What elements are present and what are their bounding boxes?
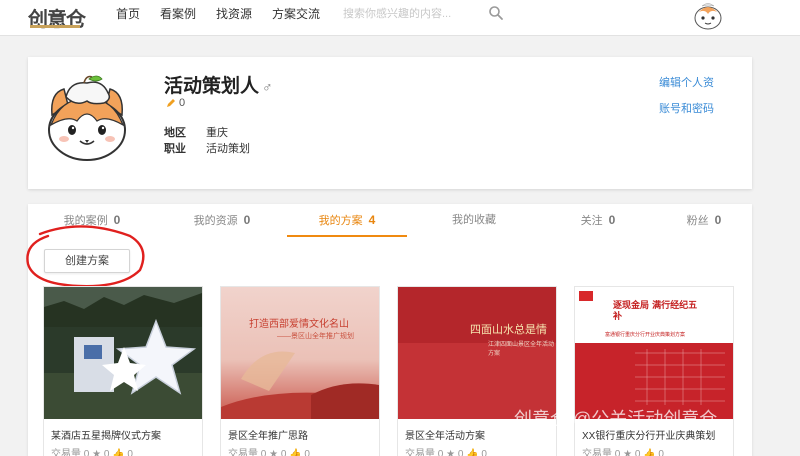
tab-my-plans[interactable]: 我的方案 4 [287, 204, 407, 236]
plan-card[interactable]: 四面山水总是情 江津四面山景区全年活动方案 景区全年活动方案 交易量 0 ★ 0… [397, 286, 557, 456]
gender-icon: ♂ [262, 79, 273, 95]
tab-label: 粉丝 [686, 215, 709, 227]
plan-thumbnail: 打造西部爱情文化名山 ——景区山全年推广规划 [221, 287, 379, 419]
region-label: 地区 [164, 127, 186, 139]
tab-my-favorites[interactable]: 我的收藏 [414, 204, 534, 236]
thumb-subtitle: 富通银行重庆分行开业庆典策划方案 [605, 332, 686, 338]
plan-title[interactable]: 景区全年推广思路 [228, 427, 308, 442]
site-logo[interactable]: 创意仓 [28, 3, 86, 31]
tab-my-resources[interactable]: 我的资源 0 [162, 204, 282, 236]
thumb-title: 打造西部爱情文化名山 [249, 319, 349, 330]
hand-drawn-circle [26, 225, 145, 288]
tab-label: 关注 [580, 215, 603, 227]
plan-title[interactable]: 某酒店五星揭牌仪式方案 [51, 427, 161, 442]
account-password-link[interactable]: 账号和密码 [659, 100, 714, 116]
profile-score: 0 [166, 97, 185, 109]
tab-count: 0 [243, 213, 251, 227]
profile-name-text: 活动策划人 [164, 76, 260, 97]
profile-name: 活动策划人 ♂ [164, 71, 273, 98]
tab-count: 0 [608, 213, 616, 227]
bank-logo-icon [579, 291, 593, 301]
nav-plans[interactable]: 方案交流 [272, 0, 320, 28]
edit-profile-link[interactable]: 编辑个人资 [659, 74, 714, 90]
plan-title[interactable]: 景区全年活动方案 [405, 427, 485, 442]
pencil-icon [167, 99, 175, 107]
tab-label: 我的方案 [318, 215, 363, 227]
plan-thumbnail [44, 287, 202, 419]
profile-avatar [48, 75, 126, 161]
thumb-title: 四面山水总是情 [470, 324, 547, 336]
plan-card[interactable]: 某酒店五星揭牌仪式方案 交易量 0 ★ 0 👍 0 [43, 286, 203, 456]
plan-stats: 交易量 0 ★ 0 👍 0 [51, 449, 133, 456]
region-value: 重庆 [206, 127, 228, 139]
plan-thumbnail: 逐现金局 满行经纪五补 富通银行重庆分行开业庆典策划方案 [575, 287, 733, 419]
job-label: 职业 [164, 143, 186, 155]
job-value: 活动策划 [206, 143, 250, 155]
thumb-subtitle: ——景区山全年推广规划 [277, 333, 354, 340]
plan-thumbnail: 四面山水总是情 江津四面山景区全年活动方案 [398, 287, 556, 419]
tab-count: 0 [714, 213, 722, 227]
thumb-title: 逐现金局 满行经纪五补 [613, 301, 698, 322]
chessboard-illustration [635, 349, 725, 405]
plan-title[interactable]: XX银行重庆分行开业庆典策划 [582, 427, 715, 442]
plan-stats: 交易量 0 ★ 0 👍 0 [582, 449, 664, 456]
top-bar: 创意仓 首页 看案例 找资源 方案交流 搜索你感兴趣的内容... [0, 0, 800, 36]
tab-count: 4 [368, 213, 376, 227]
tab-label: 我的收藏 [452, 214, 496, 226]
search-icon[interactable] [488, 5, 504, 21]
score-value: 0 [179, 97, 186, 109]
plan-card[interactable]: 打造西部爱情文化名山 ——景区山全年推广规划 景区全年推广思路 交易量 0 ★ … [220, 286, 380, 456]
profile-card: 活动策划人 ♂ 0 地区 重庆 职业 活动策划 编辑个人资 账号和密码 [28, 57, 752, 189]
logo-underline [30, 25, 80, 28]
fan-illustration [221, 351, 379, 419]
user-avatar[interactable] [691, 0, 725, 30]
main-nav: 首页 看案例 找资源 方案交流 [116, 0, 340, 28]
plan-stats: 交易量 0 ★ 0 👍 0 [405, 449, 487, 456]
nav-cases[interactable]: 看案例 [160, 0, 196, 28]
active-tab-indicator [287, 235, 407, 237]
content-panel: 我的案例0 我的资源0 我的方案4 我的收藏 关注0 粉丝0 创建方案 [26, 204, 752, 456]
region-row: 地区 重庆 [164, 124, 228, 140]
job-row: 职业 活动策划 [164, 140, 250, 156]
plan-stats: 交易量 0 ★ 0 👍 0 [228, 449, 310, 456]
tab-label: 我的资源 [193, 215, 238, 227]
plan-card[interactable]: 逐现金局 满行经纪五补 富通银行重庆分行开业庆典策划方案 XX银行重庆分行开业庆… [574, 286, 734, 456]
thumb-subtitle: 江津四面山景区全年活动方案 [488, 342, 555, 357]
tab-followers[interactable]: 粉丝 0 [644, 204, 764, 236]
nav-home[interactable]: 首页 [116, 0, 140, 28]
nav-resources[interactable]: 找资源 [216, 0, 252, 28]
tab-following[interactable]: 关注 0 [538, 204, 658, 236]
